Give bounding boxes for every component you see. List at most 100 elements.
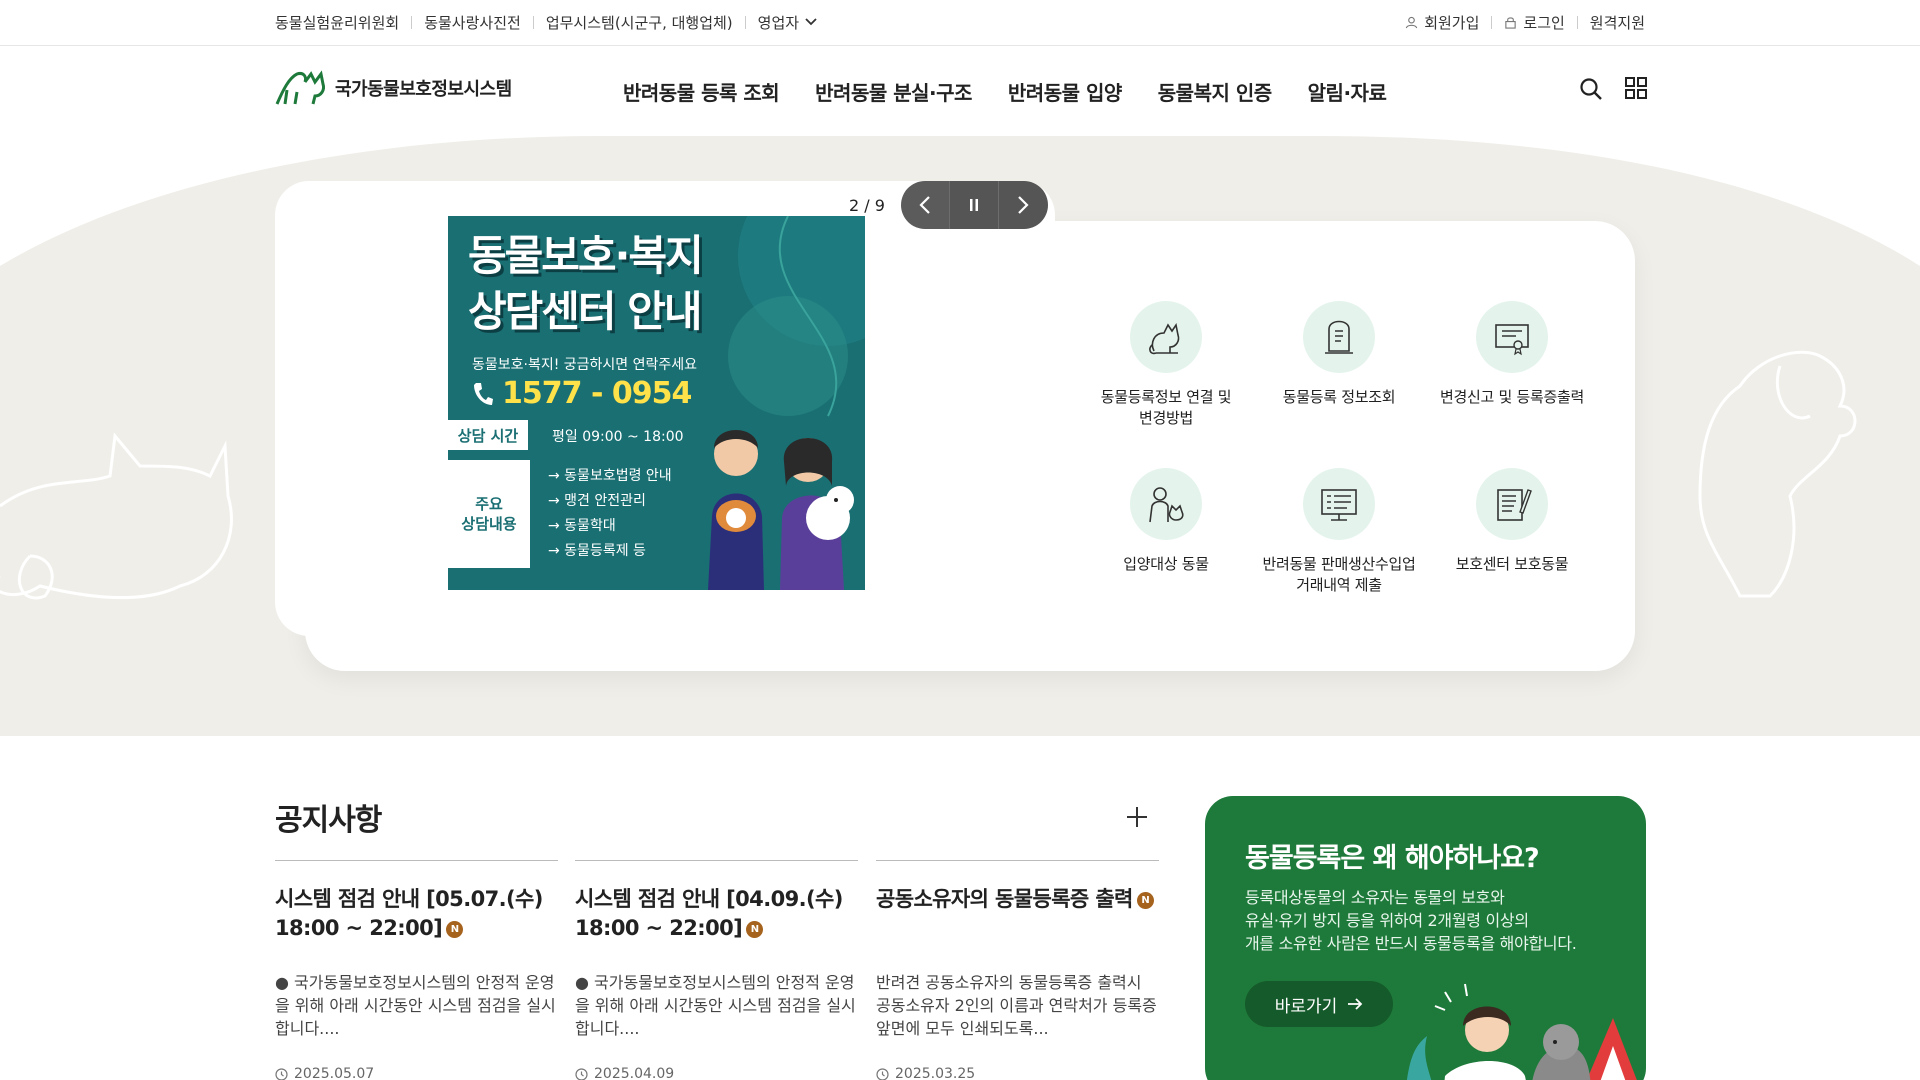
notice-item[interactable]: 시스템 점검 안내 [05.07.(수) 18:00 ~ 22:00] N ● 국… — [275, 860, 558, 1080]
banner-phone-number: 1577 - 0954 — [502, 376, 692, 411]
banner-main-tag-line1: 주요 — [475, 495, 503, 513]
quick-menu-item[interactable]: 반려동물 판매생산수입업 거래내역 제출 — [1253, 468, 1425, 596]
monitor-list-icon — [1321, 489, 1357, 521]
person-with-dog-icon — [1149, 487, 1184, 523]
logo-text: 국가동물보호정보시스템 — [335, 79, 512, 100]
arrow-right-icon — [1348, 998, 1363, 1010]
link-animal-experiment-ethics[interactable]: 동물실험윤리위원회 — [275, 12, 399, 33]
promo-description: 등록대상동물의 소유자는 동물의 보호와 유실·유기 방지 등을 위하여 2개월… — [1245, 888, 1577, 953]
prev-slide-button[interactable] — [900, 181, 950, 229]
divider — [1491, 15, 1493, 29]
banner-title: 동물보호·복지 상담센터 안내 — [468, 228, 704, 340]
quick-menu-item[interactable]: 보호센터 보호동물 — [1426, 468, 1598, 575]
utility-left-links: 동물실험윤리위원회 동물사랑사진전 업무시스템(시군구, 대행업체) 영업자 — [275, 0, 817, 44]
tombstone-document-icon — [1325, 320, 1353, 354]
link-photo-contest[interactable]: 동물사랑사진전 — [424, 12, 521, 33]
quick-icon-circle — [1476, 468, 1548, 540]
signup-link[interactable]: 회원가입 — [1405, 12, 1479, 33]
search-icon[interactable] — [1579, 77, 1603, 101]
banner-topic-item: → 맹견 안전관리 — [548, 493, 646, 509]
phone-icon — [474, 382, 493, 405]
quick-icon-circle — [1130, 468, 1202, 540]
remote-support-link[interactable]: 원격지원 — [1590, 12, 1645, 33]
nav-lost-rescue[interactable]: 반려동물 분실·구조 — [815, 77, 972, 106]
utility-bar: 동물실험윤리위원회 동물사랑사진전 업무시스템(시군구, 대행업체) 영업자 회… — [0, 0, 1920, 46]
signup-label: 회원가입 — [1424, 13, 1480, 32]
registration-info-box: 동물등록은 왜 해야하나요? 등록대상동물의 소유자는 동물의 보호와 유실·유… — [1205, 796, 1646, 1080]
quick-icon-circle — [1476, 301, 1548, 373]
notice-item-title: 시스템 점검 안내 [04.09.(수) 18:00 ~ 22:00] N — [575, 887, 843, 940]
divider — [532, 15, 534, 29]
notice-item-date: 2025.04.09 — [575, 1066, 674, 1080]
main-header: 국가동물보호정보시스템 반려동물 등록 조회 반려동물 분실·구조 반려동물 입… — [0, 46, 1920, 136]
notice-item[interactable]: 공동소유자의 동물등록증 출력 N 반려견 공동소유자의 동물등록증 출력시 공동… — [876, 860, 1159, 1080]
grid-menu-icon[interactable] — [1625, 77, 1647, 99]
banner-subtitle: 동물보호·복지! 궁금하시면 연락주세요 — [472, 357, 698, 373]
promo-title: 동물등록은 왜 해야하나요? — [1245, 843, 1540, 874]
banner-main-tag-line2: 상담내용 — [461, 515, 517, 533]
notice-item-date: 2025.03.25 — [876, 1066, 975, 1080]
notice-item-body: ● 국가동물보호정보시스템의 안정적 운영을 위해 아래 시간동안 시스템 점검… — [575, 973, 856, 1038]
main-navigation: 반려동물 등록 조회 반려동물 분실·구조 반려동물 입양 동물복지 인증 알림… — [623, 46, 1422, 136]
notice-item[interactable]: 시스템 점검 안내 [04.09.(수) 18:00 ~ 22:00] N ● 국… — [575, 860, 858, 1080]
quick-menu-label: 동물등록 정보조회 — [1282, 388, 1396, 406]
chevron-down-icon — [805, 18, 817, 26]
user-icon — [1406, 16, 1418, 28]
slide-counter: 2 / 9 — [849, 195, 885, 215]
quick-icon-circle — [1303, 468, 1375, 540]
next-slide-button[interactable] — [998, 181, 1048, 229]
chevron-left-icon — [919, 196, 930, 214]
notice-item-body: 반려견 공동소유자의 동물등록증 출력시 공동소유자 2인의 이름과 연락처가 … — [876, 973, 1157, 1038]
quick-menu-label: 반려동물 판매생산수입업 거래내역 제출 — [1262, 555, 1416, 594]
quick-icon-circle — [1130, 301, 1202, 373]
notepad-pen-icon — [1497, 489, 1532, 521]
pause-icon — [969, 199, 978, 211]
people-with-dogs-illustration — [708, 430, 854, 590]
login-label: 로그인 — [1523, 13, 1565, 32]
utility-right-links: 회원가입 로그인 원격지원 — [1405, 0, 1645, 44]
person-with-dog-illustration — [1406, 983, 1637, 1080]
quick-menu-item[interactable]: 동물등록정보 연결 및 변경방법 — [1080, 301, 1252, 429]
banner-main-tag: 주요 상담내용 — [448, 460, 530, 568]
business-dropdown-label: 영업자 — [757, 13, 800, 32]
nav-notice-resources[interactable]: 알림·자료 — [1308, 77, 1387, 106]
quick-menu-label: 입양대상 동물 — [1123, 555, 1209, 573]
notice-item-body: ● 국가동물보호정보시스템의 안정적 운영을 위해 아래 시간동안 시스템 점검… — [275, 973, 556, 1038]
banner-topic-item: → 동물등록제 등 — [548, 543, 646, 559]
banner-title-line2: 상담센터 안내 — [468, 287, 702, 336]
counseling-center-banner[interactable]: 동물보호·복지 상담센터 안내 동물보호·복지! 궁금하시면 연락주세요 157… — [448, 216, 865, 590]
banner-hours-tag: 상담 시간 — [448, 420, 528, 450]
quick-menu-item[interactable]: 동물등록 정보조회 — [1253, 301, 1425, 408]
pause-slide-button[interactable] — [949, 181, 999, 229]
cat-icon — [1149, 322, 1180, 355]
nav-registration-lookup[interactable]: 반려동물 등록 조회 — [623, 77, 780, 106]
notice-section-title: 공지사항 — [275, 803, 382, 838]
hero-section: 2 / 9 동물보호·복지 상담센터 안내 동물보호·복지! 궁금하시면 연락주… — [0, 136, 1920, 736]
business-dropdown[interactable]: 영업자 — [758, 12, 817, 33]
banner-phone: 1577 - 0954 — [472, 376, 692, 411]
header-icons — [1579, 77, 1647, 101]
quick-icon-circle — [1303, 301, 1375, 373]
clock-icon — [275, 1067, 288, 1080]
notice-item-title: 공동소유자의 동물등록증 출력 N — [876, 885, 1159, 914]
quick-menu-item[interactable]: 입양대상 동물 — [1080, 468, 1252, 575]
divider — [411, 15, 413, 29]
nav-welfare-certification[interactable]: 동물복지 인증 — [1158, 77, 1272, 106]
quick-menu-label: 변경신고 및 등록증출력 — [1440, 388, 1584, 406]
quick-menu-label: 동물등록정보 연결 및 변경방법 — [1100, 388, 1232, 427]
quick-menu-item[interactable]: 변경신고 및 등록증출력 — [1426, 301, 1598, 408]
banner-hours: 평일 09:00 ~ 18:00 — [552, 429, 684, 445]
notice-item-date: 2025.05.07 — [275, 1066, 374, 1080]
plus-icon[interactable] — [1126, 806, 1148, 828]
go-button[interactable]: 바로가기 — [1245, 981, 1393, 1027]
page: 동물실험윤리위원회 동물사랑사진전 업무시스템(시군구, 대행업체) 영업자 회… — [0, 0, 1920, 1080]
site-logo[interactable]: 국가동물보호정보시스템 — [275, 70, 512, 106]
slide-controls: 2 / 9 — [849, 181, 1048, 229]
clock-icon — [575, 1067, 588, 1080]
certificate-icon — [1495, 324, 1529, 356]
nav-adoption[interactable]: 반려동물 입양 — [1008, 77, 1122, 106]
notice-item-title: 시스템 점검 안내 [05.07.(수) 18:00 ~ 22:00] N — [275, 887, 543, 940]
link-work-system[interactable]: 업무시스템(시군구, 대행업체) — [546, 12, 733, 33]
banner-topic-list: → 동물보호법령 안내 → 맹견 안전관리 → 동물학대 → 동물등록제 등 — [548, 464, 672, 564]
login-link[interactable]: 로그인 — [1504, 12, 1565, 33]
